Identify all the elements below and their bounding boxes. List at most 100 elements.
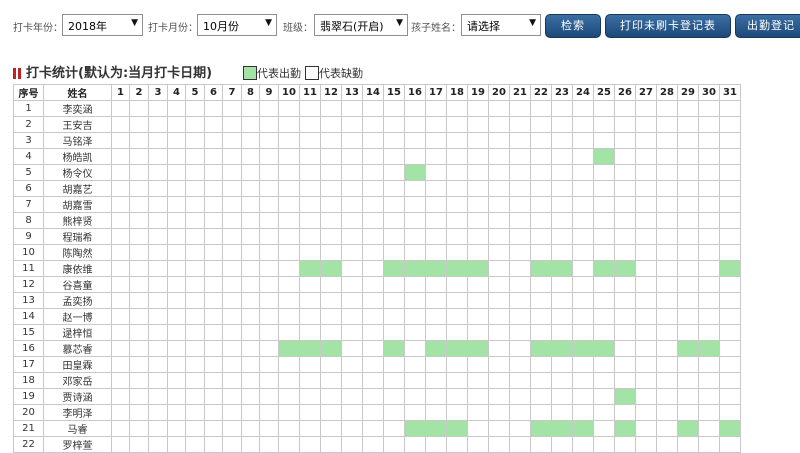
attendance-cell-absent: [488, 212, 510, 229]
print-unswiped-button[interactable]: 打印未刷卡登记表: [605, 14, 731, 38]
attendance-cell-absent: [698, 324, 720, 341]
attendance-cell-absent: [148, 116, 168, 133]
attendance-cell-absent: [129, 356, 149, 373]
attendance-cell-present: [530, 260, 552, 277]
attendance-cell-absent: [129, 212, 149, 229]
attendance-cell-absent: [299, 356, 321, 373]
attendance-cell-absent: [362, 212, 384, 229]
legend-absent-label: 代表缺勤: [319, 67, 363, 80]
attendance-cell-absent: [222, 388, 242, 405]
attendance-cell-absent: [299, 116, 321, 133]
title-marker-icon: [18, 68, 21, 79]
search-button[interactable]: 检索: [545, 14, 601, 38]
attendance-cell-absent: [698, 404, 720, 421]
attendance-cell-absent: [635, 372, 657, 389]
attendance-cell-absent: [148, 308, 168, 325]
attendance-cell-absent: [148, 340, 168, 357]
child-name: 李明泽: [43, 404, 112, 421]
attendance-cell-absent: [148, 420, 168, 437]
attendance-cell-present: [551, 420, 573, 437]
attendance-cell-absent: [719, 340, 741, 357]
day-header-28: 28: [656, 84, 678, 101]
attendance-cell-absent: [278, 164, 300, 181]
attendance-cell-absent: [185, 324, 205, 341]
class-select[interactable]: 翡翠石(开启) ▼: [314, 14, 408, 36]
attendance-cell-present: [383, 260, 405, 277]
attendance-cell-absent: [185, 260, 205, 277]
child-name-select[interactable]: 请选择 ▼: [461, 14, 541, 36]
attendance-cell-absent: [530, 404, 552, 421]
child-name: 陈陶然: [43, 244, 112, 261]
attendance-cell-absent: [614, 196, 636, 213]
attendance-cell-absent: [530, 132, 552, 149]
attendance-cell-present: [425, 260, 447, 277]
attendance-cell-absent: [129, 276, 149, 293]
day-header-1: 1: [111, 84, 130, 101]
attendance-cell-absent: [614, 292, 636, 309]
attendance-cell-absent: [509, 340, 531, 357]
attendance-cell-absent: [259, 372, 279, 389]
attendance-cell-absent: [129, 180, 149, 197]
attendance-cell-absent: [278, 404, 300, 421]
table-row: 3 马铭泽: [13, 132, 741, 149]
attendance-cell-absent: [167, 292, 186, 309]
attendance-cell-absent: [446, 356, 468, 373]
attendance-cell-absent: [111, 404, 130, 421]
attendance-cell-absent: [635, 292, 657, 309]
attendance-cell-present: [614, 260, 636, 277]
filter-toolbar: 打卡年份： 2018年 ▼ 打卡月份： 10月份 ▼ 班级： 翡翠石(开启) ▼…: [0, 0, 800, 50]
attendance-cell-absent: [222, 132, 242, 149]
attendance-cell-absent: [362, 260, 384, 277]
attendance-cell-absent: [656, 164, 678, 181]
attendance-cell-absent: [383, 196, 405, 213]
attendance-cell-absent: [185, 404, 205, 421]
attendance-cell-absent: [129, 372, 149, 389]
attendance-cell-absent: [278, 292, 300, 309]
day-header-24: 24: [572, 84, 594, 101]
day-header-26: 26: [614, 84, 636, 101]
attendance-cell-absent: [572, 292, 594, 309]
year-select[interactable]: 2018年 ▼: [62, 14, 143, 36]
attendance-cell-absent: [530, 324, 552, 341]
attendance-cell-absent: [299, 228, 321, 245]
day-header-7: 7: [222, 84, 242, 101]
attendance-cell-absent: [185, 148, 205, 165]
attendance-cell-absent: [204, 212, 223, 229]
attendance-cell-absent: [259, 148, 279, 165]
attendance-cell-absent: [551, 404, 573, 421]
attendance-cell-absent: [614, 148, 636, 165]
attendance-cell-absent: [467, 372, 489, 389]
attendance-cell-absent: [129, 308, 149, 325]
attendance-cell-absent: [383, 180, 405, 197]
attendance-cell-absent: [222, 420, 242, 437]
attendance-cell-absent: [383, 244, 405, 261]
attendance-cell-present: [593, 148, 615, 165]
attendance-cell-absent: [148, 292, 168, 309]
day-header-30: 30: [698, 84, 720, 101]
attendance-cell-absent: [222, 228, 242, 245]
class-select-value: 翡翠石(开启): [320, 20, 384, 33]
attendance-register-button[interactable]: 出勤登记: [735, 14, 800, 38]
row-index: 7: [13, 196, 44, 213]
attendance-cell-absent: [185, 340, 205, 357]
attendance-cell-absent: [698, 212, 720, 229]
attendance-cell-absent: [320, 324, 342, 341]
attendance-cell-absent: [719, 212, 741, 229]
attendance-cell-absent: [362, 148, 384, 165]
attendance-cell-absent: [222, 356, 242, 373]
attendance-cell-absent: [719, 244, 741, 261]
attendance-cell-absent: [509, 212, 531, 229]
attendance-cell-absent: [656, 292, 678, 309]
legend-present-label: 代表出勤: [257, 67, 301, 80]
month-select[interactable]: 10月份 ▼: [197, 14, 277, 36]
attendance-cell-absent: [259, 132, 279, 149]
attendance-cell-absent: [185, 420, 205, 437]
attendance-cell-absent: [341, 116, 363, 133]
year-label: 打卡年份：: [13, 23, 63, 34]
attendance-cell-absent: [656, 420, 678, 437]
attendance-cell-absent: [488, 356, 510, 373]
attendance-cell-absent: [698, 308, 720, 325]
attendance-cell-absent: [299, 180, 321, 197]
attendance-cell-absent: [320, 420, 342, 437]
attendance-cell-absent: [614, 164, 636, 181]
